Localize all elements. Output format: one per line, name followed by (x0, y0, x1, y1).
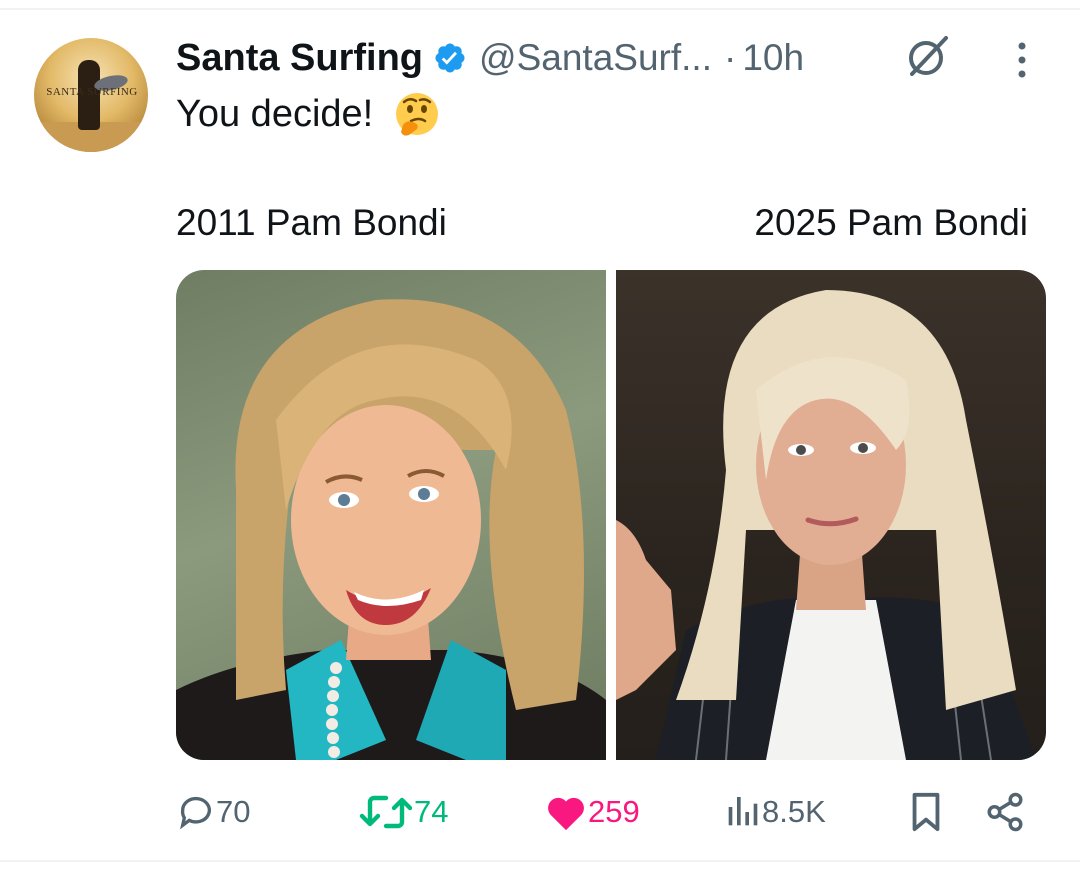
right-photo-2025[interactable] (616, 270, 1046, 760)
repost-icon (359, 795, 413, 829)
meta-separator: · (723, 37, 737, 78)
post-media[interactable] (176, 270, 1046, 760)
reply-button[interactable]: 70 (176, 784, 250, 840)
share-icon (987, 792, 1023, 832)
views-icon (728, 797, 758, 826)
left-photo-2011[interactable] (176, 270, 606, 760)
post-text: You decide! (176, 90, 441, 138)
reply-count: 70 (216, 794, 251, 829)
right-image-caption: 2025 Pam Bondi (754, 202, 1028, 243)
grok-icon[interactable] (902, 30, 954, 82)
repost-button[interactable]: 74 (358, 784, 448, 840)
views-button[interactable]: 8.5K (722, 784, 826, 840)
author-avatar[interactable]: SANTA SURFING (34, 38, 148, 152)
top-divider (0, 8, 1080, 10)
thinking-face-emoji-icon (393, 90, 441, 138)
views-count: 8.5K (762, 794, 826, 829)
post-timestamp[interactable]: 10h (742, 37, 804, 79)
bottom-divider (0, 860, 1080, 862)
repost-count: 74 (414, 794, 449, 829)
post-actions-bar: 70 74 259 8.5K (176, 784, 1046, 840)
post-header: Santa Surfing @SantaSurf... · 10h (176, 34, 804, 82)
like-button[interactable]: 259 (544, 784, 640, 840)
author-handle[interactable]: @SantaSurf... (479, 37, 712, 79)
avatar-logo-text: SANTA SURFING (46, 86, 138, 98)
share-button[interactable] (984, 784, 1026, 840)
author-display-name[interactable]: Santa Surfing (176, 37, 423, 80)
like-icon (548, 797, 584, 831)
reply-icon (180, 796, 211, 830)
like-count: 259 (588, 794, 640, 829)
left-image-caption: 2011 Pam Bondi (176, 202, 447, 243)
post-text-content: You decide! (176, 92, 374, 135)
more-options-icon[interactable] (1010, 40, 1034, 80)
bookmark-icon (912, 792, 940, 832)
bookmark-button[interactable] (908, 784, 944, 840)
verified-badge-icon[interactable] (433, 41, 467, 75)
